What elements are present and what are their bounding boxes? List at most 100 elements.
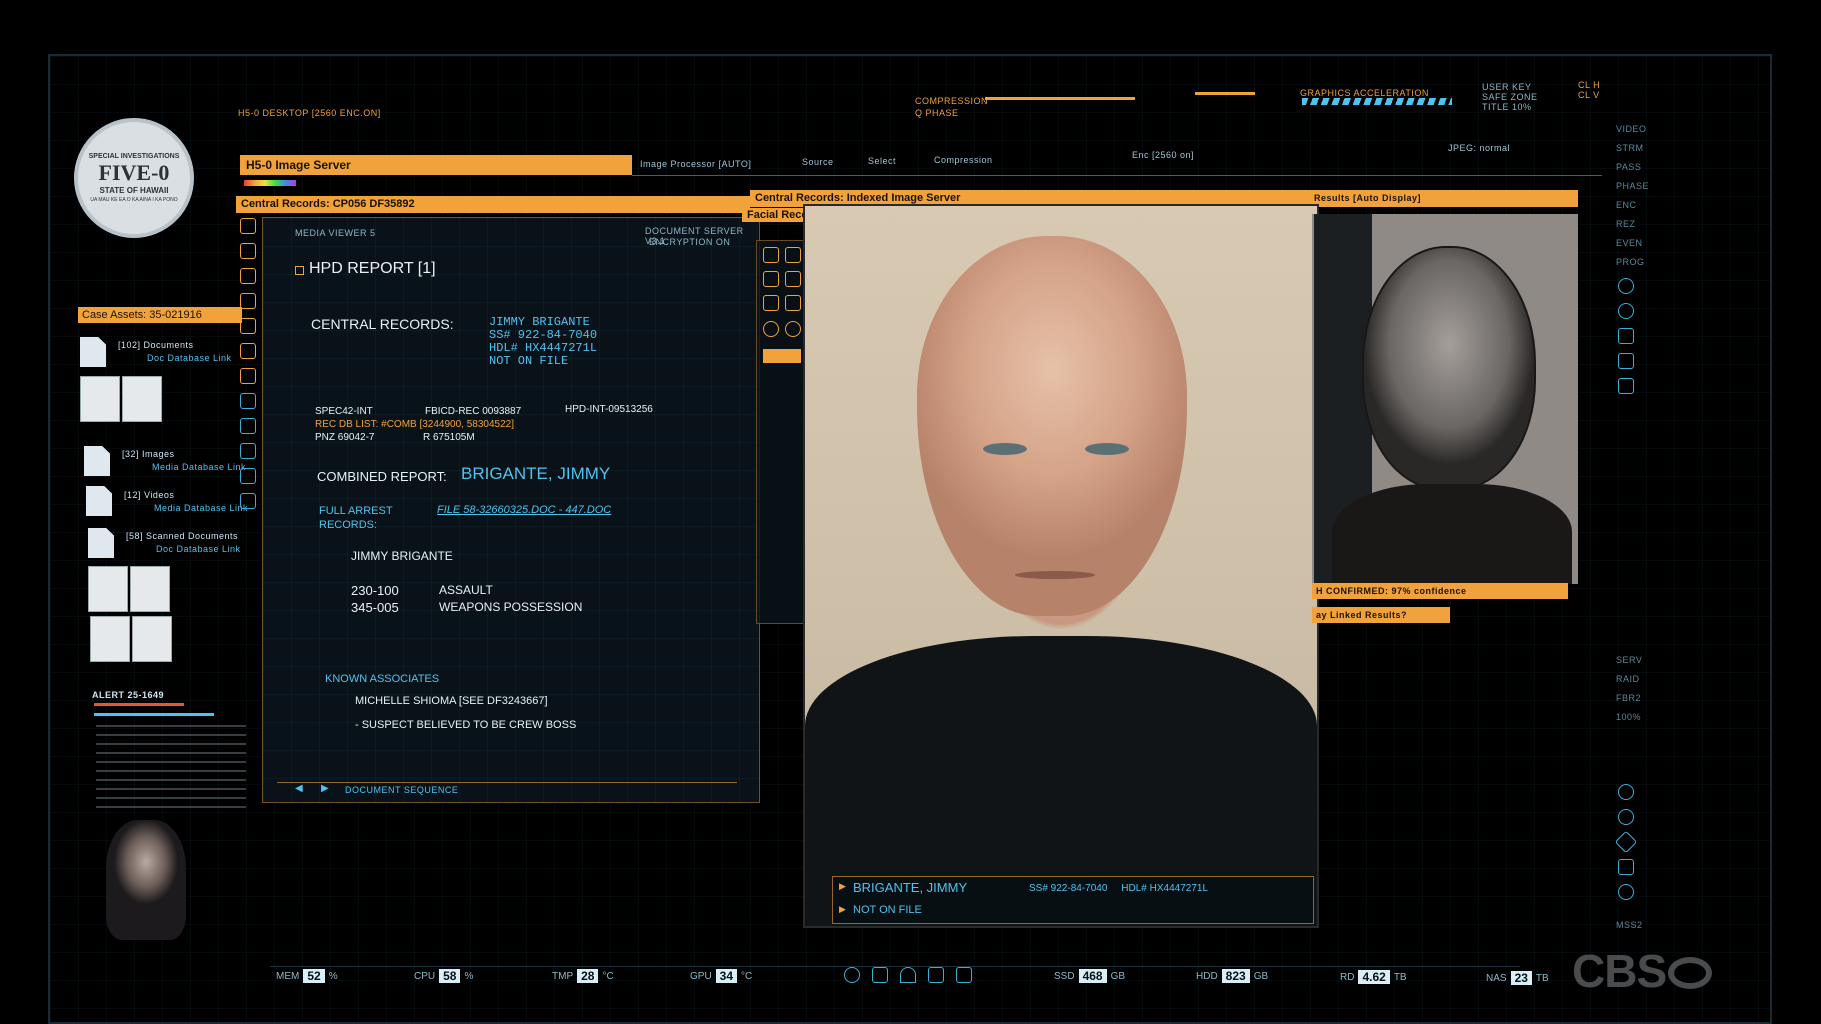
rail-label-fbr2: FBR2 (1616, 693, 1642, 703)
rail-label-raid: RAID (1616, 674, 1640, 684)
palette-tool-icon[interactable] (785, 295, 801, 311)
case-assets-header: Case Assets: 35-021916 (78, 307, 242, 323)
tool-icon[interactable] (240, 318, 256, 334)
palette-tool-icon[interactable] (763, 321, 779, 337)
tool-icon[interactable] (240, 393, 256, 409)
tool-icon[interactable] (240, 368, 256, 384)
rail-icon[interactable] (1614, 830, 1638, 854)
palette-swatch[interactable] (763, 349, 801, 363)
scanned-docs-link[interactable]: Doc Database Link (156, 544, 241, 554)
palette-tool-icon[interactable] (785, 247, 801, 263)
rail-icon[interactable] (1618, 303, 1634, 319)
stat-cpu-unit: % (464, 970, 474, 982)
network-icon[interactable] (928, 967, 944, 983)
system-status-bar: MEM 52% CPU 58% TMP 28 °C GPU 34 °C SSD 468 GB H… (270, 966, 1549, 989)
prev-page-icon[interactable]: ◀ (295, 783, 303, 794)
rail-icon[interactable] (1618, 278, 1634, 294)
linked-results-button[interactable]: ay Linked Results? (1312, 607, 1450, 623)
document-thumbnail[interactable] (80, 376, 120, 422)
scan-thumbnail[interactable] (132, 616, 172, 662)
tool-icon-column (240, 218, 256, 578)
rail-icon[interactable] (1618, 784, 1634, 800)
scanned-document-icon[interactable] (88, 528, 114, 558)
image-file-icon[interactable] (84, 446, 110, 476)
arrest-file-link[interactable]: FILE 58-32660325.DOC - 447.DOC (437, 504, 611, 516)
stat-rd: RD 4.62 TB (1340, 970, 1407, 984)
sketch-match-image[interactable] (1312, 214, 1578, 584)
stat-ssd-value: 468 (1078, 969, 1107, 983)
palette-tool-icon[interactable] (763, 295, 779, 311)
five-0-seal-logo: SPECIAL INVESTIGATIONS FIVE-0 STATE OF H… (74, 118, 194, 238)
stat-nas-unit: TB (1535, 972, 1549, 984)
results-bar: Results [Auto Display] (1310, 190, 1578, 207)
next-page-icon[interactable]: ▶ (321, 783, 329, 794)
document-icon[interactable] (80, 337, 106, 367)
tool-icon[interactable] (240, 468, 256, 484)
images-link[interactable]: Media Database Link (152, 462, 246, 472)
stat-tmp-unit: °C (602, 970, 614, 982)
stat-gpu-unit: °C (741, 970, 753, 982)
video-file-icon[interactable] (86, 486, 112, 516)
stat-mem-value: 52 (303, 969, 325, 983)
image-server-toolbar (632, 155, 1602, 176)
cbs-watermark-logo: CBS (1572, 944, 1713, 998)
rail-label-even: EVEN (1616, 238, 1643, 248)
scan-thumbnail[interactable] (130, 566, 170, 612)
known-associates-label: KNOWN ASSOCIATES (325, 673, 440, 685)
documents-link[interactable]: Doc Database Link (147, 353, 232, 363)
seal-sub-text: STATE OF HAWAII (99, 186, 169, 195)
tool-icon[interactable] (240, 418, 256, 434)
download-icon[interactable] (872, 967, 888, 983)
palette-tool-icon[interactable] (785, 271, 801, 287)
user-key-label: USER KEY (1482, 82, 1532, 92)
scan-thumbnail[interactable] (90, 616, 130, 662)
rail-icon[interactable] (1618, 378, 1634, 394)
tool-icon[interactable] (240, 293, 256, 309)
associate-portrait-image[interactable] (106, 820, 186, 940)
tool-icon[interactable] (240, 218, 256, 234)
tool-icon[interactable] (240, 493, 256, 509)
image-tool-palette (756, 240, 810, 624)
compression-menu[interactable]: Compression (934, 155, 993, 165)
palette-tool-icon[interactable] (763, 247, 779, 263)
associate-entry[interactable]: MICHELLE SHIOMA [SEE DF3243667] (355, 695, 548, 707)
stat-ssd-label: SSD (1054, 970, 1075, 982)
scan-thumbnail[interactable] (88, 566, 128, 612)
rail-icon[interactable] (1618, 809, 1634, 825)
stat-mem-label: MEM (276, 970, 300, 982)
images-item[interactable]: [32] Images (122, 449, 175, 459)
rail-label-mss2: MSS2 (1616, 920, 1643, 930)
videos-item[interactable]: [12] Videos (124, 490, 174, 500)
rec-db-list[interactable]: REC DB LIST: #COMB [3244900, 58304522] (315, 419, 514, 430)
stat-cpu: CPU 58% (414, 969, 473, 983)
rail-icon[interactable] (1618, 859, 1634, 875)
tool-icon[interactable] (240, 343, 256, 359)
alert-text-block (96, 725, 246, 815)
document-thumbnail[interactable] (122, 376, 162, 422)
stat-mem: MEM 52% (276, 969, 338, 983)
source-menu[interactable]: Source (802, 157, 834, 167)
wifi-icon[interactable] (900, 967, 916, 983)
rail-icon[interactable] (1618, 353, 1634, 369)
stat-tmp-value: 28 (577, 969, 599, 983)
palette-tool-icon[interactable] (763, 271, 779, 287)
select-menu[interactable]: Select (868, 156, 896, 166)
tool-icon[interactable] (240, 243, 256, 259)
combined-report-name[interactable]: BRIGANTE, JIMMY (461, 464, 610, 484)
palette-tool-icon[interactable] (785, 321, 801, 337)
tool-icon[interactable] (240, 443, 256, 459)
rail-icon[interactable] (1618, 884, 1634, 900)
scanned-docs-item[interactable]: [58] Scanned Documents (126, 531, 238, 541)
videos-link[interactable]: Media Database Link (154, 503, 248, 513)
stat-nas-value: 23 (1510, 971, 1532, 985)
report-bullet-icon (295, 266, 304, 275)
bluetooth-icon[interactable] (844, 967, 860, 983)
image-processor-menu[interactable]: Image Processor [AUTO] (640, 159, 751, 169)
documents-item[interactable]: [102] Documents (118, 340, 194, 350)
hub-icon[interactable] (956, 967, 972, 983)
central-records-label: CENTRAL RECORDS: (311, 316, 454, 332)
rail-icon[interactable] (1618, 328, 1634, 344)
tool-icon[interactable] (240, 268, 256, 284)
indexed-server-title-bar: Central Records: Indexed Image Server (750, 190, 1310, 207)
suspect-mugshot-photo[interactable] (805, 206, 1317, 926)
